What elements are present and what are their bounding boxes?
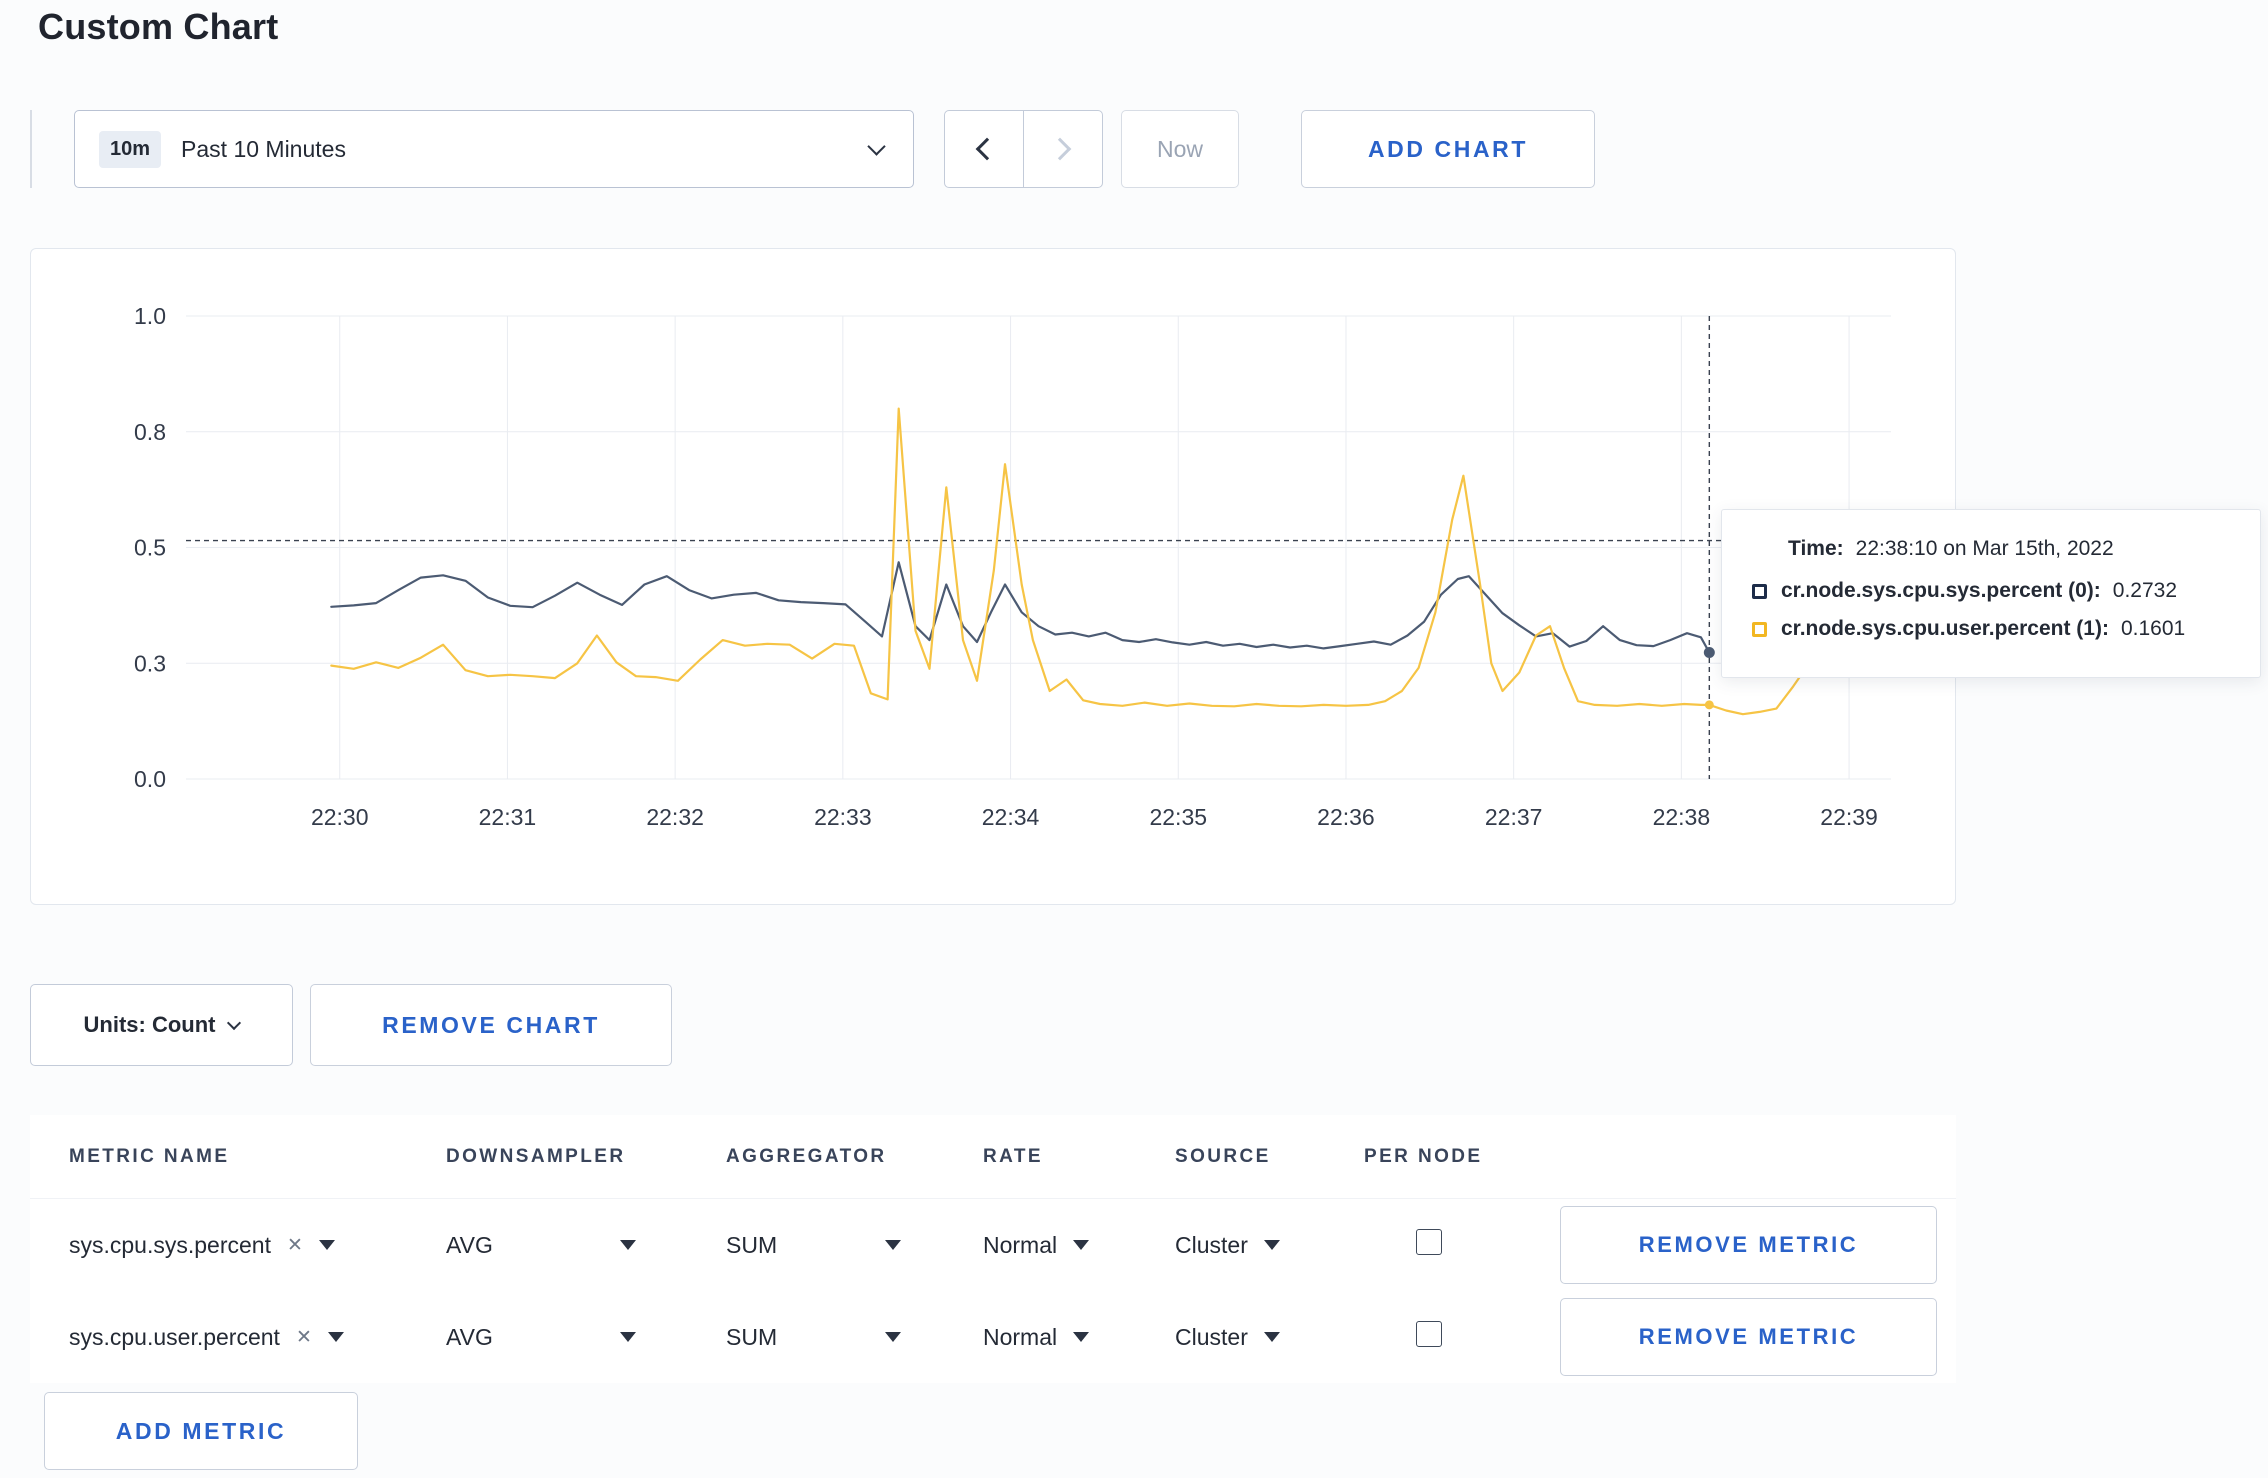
tooltip-series-list: cr.node.sys.cpu.sys.percent (0): 0.2732 cr… [1752, 579, 2234, 641]
rate-select[interactable]: Normal [983, 1324, 1090, 1351]
caret-down-icon [885, 1240, 901, 1250]
metric-row: sys.cpu.sys.percent ✕ AVG SUM Normal Cluster R… [30, 1199, 1956, 1291]
metric-name-select[interactable]: sys.cpu.sys.percent [69, 1232, 271, 1259]
chevron-down-icon [867, 136, 886, 156]
series-value: 0.1601 [2120, 617, 2186, 640]
page-title: Custom Chart [38, 6, 279, 47]
svg-text:22:39: 22:39 [1820, 804, 1878, 830]
chart-card: 0.0 0.3 0.5 0.8 1.0 22:30 22:31 22:32 22:33 22:34… [30, 248, 1956, 905]
column-header-aggregator: AGGREGATOR [726, 1145, 887, 1167]
time-next-button[interactable] [1023, 110, 1103, 188]
toolbar-divider [30, 110, 32, 188]
series-swatch-icon [1752, 583, 1767, 599]
svg-text:0.8: 0.8 [134, 419, 166, 445]
metric-name-select[interactable]: sys.cpu.user.percent [69, 1324, 280, 1351]
column-header-metric-name: METRIC NAME [69, 1145, 230, 1167]
source-select[interactable]: Cluster [1175, 1324, 1280, 1351]
remove-metric-button[interactable]: REMOVE METRIC [1560, 1206, 1937, 1284]
per-node-checkbox[interactable] [1416, 1229, 1442, 1255]
column-header-per-node: PER NODE [1364, 1145, 1483, 1167]
column-header-source: SOURCE [1175, 1145, 1271, 1167]
svg-text:22:30: 22:30 [311, 804, 369, 830]
add-metric-button[interactable]: ADD METRIC [44, 1392, 358, 1470]
source-select[interactable]: Cluster [1175, 1232, 1280, 1259]
caret-down-icon [1263, 1332, 1280, 1342]
chart-tooltip: Time: 22:38:10 on Mar 15th, 2022 cr.node… [1721, 509, 2261, 678]
time-range-label: Past 10 Minutes [181, 135, 346, 162]
metric-row: sys.cpu.user.percent ✕ AVG SUM Normal Cluster… [30, 1291, 1956, 1383]
per-node-checkbox[interactable] [1416, 1321, 1442, 1347]
caret-down-icon [620, 1332, 636, 1342]
downsampler-select[interactable]: AVG [446, 1324, 636, 1351]
svg-text:0.0: 0.0 [134, 766, 166, 792]
units-label: Units: Count [83, 1012, 216, 1037]
series-swatch-icon [1752, 621, 1767, 637]
metrics-table-header: METRIC NAME DOWNSAMPLER AGGREGATOR RATE SOUR… [30, 1115, 1956, 1199]
tooltip-series-row: cr.node.sys.cpu.sys.percent (0): 0.2732 [1752, 579, 2234, 603]
series-name: cr.node.sys.cpu.sys.percent (0): [1781, 579, 2101, 602]
svg-text:22:35: 22:35 [1149, 804, 1207, 830]
svg-text:22:34: 22:34 [982, 804, 1040, 830]
cpu-percent-line-chart[interactable]: 0.0 0.3 0.5 0.8 1.0 22:30 22:31 22:32 22:33 22:34… [31, 249, 1957, 906]
tooltip-series-row: cr.node.sys.cpu.user.percent (1): 0.1601 [1752, 617, 2234, 641]
metrics-table-rows: sys.cpu.sys.percent ✕ AVG SUM Normal Cluster R… [30, 1199, 1956, 1383]
tooltip-time-label: Time: [1788, 537, 1844, 560]
chevron-down-icon [227, 1015, 242, 1031]
clear-metric-icon[interactable]: ✕ [296, 1326, 312, 1349]
svg-text:22:37: 22:37 [1485, 804, 1543, 830]
downsampler-select[interactable]: AVG [446, 1232, 636, 1259]
caret-down-icon[interactable] [318, 1240, 335, 1250]
tooltip-time-row: Time: 22:38:10 on Mar 15th, 2022 [1752, 537, 2234, 561]
svg-text:22:32: 22:32 [646, 804, 704, 830]
aggregator-select[interactable]: SUM [726, 1324, 901, 1351]
time-nav-group [944, 110, 1103, 188]
units-dropdown[interactable]: Units: Count [30, 984, 293, 1066]
aggregator-select[interactable]: SUM [726, 1232, 901, 1259]
caret-down-icon [1263, 1240, 1280, 1250]
remove-metric-button[interactable]: REMOVE METRIC [1560, 1298, 1937, 1376]
time-toolbar: 10m Past 10 Minutes Now ADD CHART [30, 110, 1595, 188]
column-header-downsampler: DOWNSAMPLER [446, 1145, 626, 1167]
rate-select[interactable]: Normal [983, 1232, 1090, 1259]
caret-down-icon [1073, 1240, 1090, 1250]
svg-text:0.3: 0.3 [134, 650, 166, 676]
svg-text:22:33: 22:33 [814, 804, 872, 830]
chevron-right-icon [1048, 137, 1072, 161]
now-button[interactable]: Now [1121, 110, 1239, 188]
svg-text:22:38: 22:38 [1653, 804, 1711, 830]
remove-chart-button[interactable]: REMOVE CHART [310, 984, 672, 1066]
series-value: 0.2732 [2112, 579, 2178, 602]
column-header-rate: RATE [983, 1145, 1043, 1167]
time-range-badge: 10m [99, 130, 162, 168]
add-chart-button[interactable]: ADD CHART [1301, 110, 1595, 188]
svg-text:1.0: 1.0 [134, 303, 166, 329]
caret-down-icon [1073, 1332, 1090, 1342]
units-row: Units: Count REMOVE CHART [30, 984, 672, 1066]
svg-text:22:36: 22:36 [1317, 804, 1375, 830]
caret-down-icon[interactable] [327, 1332, 344, 1342]
series-name: cr.node.sys.cpu.user.percent (1): [1781, 617, 2109, 640]
clear-metric-icon[interactable]: ✕ [287, 1234, 303, 1257]
time-prev-button[interactable] [944, 110, 1024, 188]
svg-text:0.5: 0.5 [134, 535, 166, 561]
time-range-dropdown[interactable]: 10m Past 10 Minutes [74, 110, 914, 188]
custom-chart-page: Custom Chart 10m Past 10 Minutes Now ADD… [0, 0, 2268, 1478]
metrics-table: METRIC NAME DOWNSAMPLER AGGREGATOR RATE SOUR… [30, 1115, 1956, 1383]
svg-text:22:31: 22:31 [479, 804, 537, 830]
caret-down-icon [620, 1240, 636, 1250]
chevron-left-icon [975, 137, 999, 161]
tooltip-time-value: 22:38:10 on Mar 15th, 2022 [1855, 537, 2114, 560]
caret-down-icon [885, 1332, 901, 1342]
